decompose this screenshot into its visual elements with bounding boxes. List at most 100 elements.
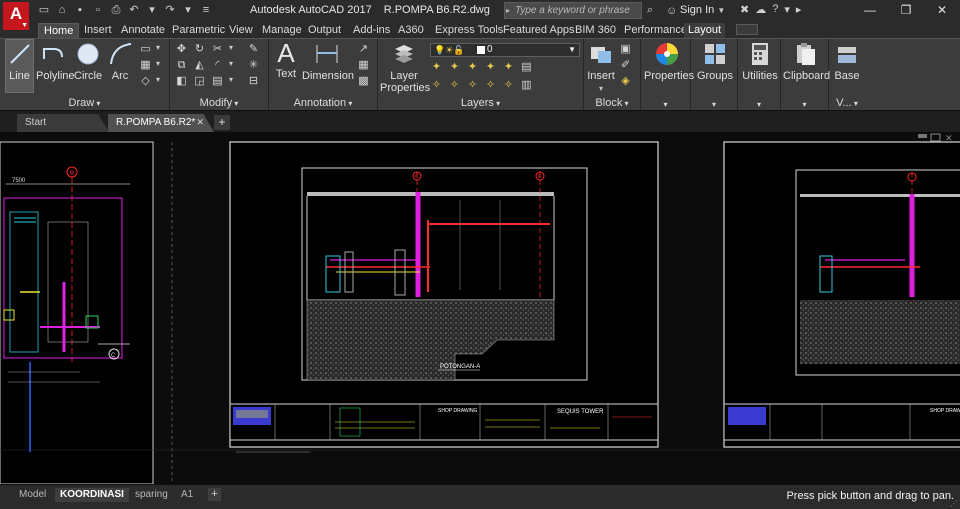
sign-in-button[interactable]: ☺ Sign In ▼ xyxy=(666,4,725,17)
tab-home[interactable]: Home xyxy=(38,23,80,38)
rectangle-icon[interactable]: ▭ xyxy=(139,43,152,56)
tab-parametric[interactable]: Parametric xyxy=(172,23,225,38)
tab-bim-360[interactable]: BIM 360 xyxy=(575,23,616,38)
tab-manage[interactable]: Manage xyxy=(262,23,302,38)
close-tab-icon[interactable]: ✕ xyxy=(196,114,204,131)
tab-view[interactable]: View xyxy=(229,23,253,38)
tab-featured-apps[interactable]: Featured Apps xyxy=(503,23,575,38)
rotate-icon[interactable]: ↻ xyxy=(193,43,206,56)
a360-icon[interactable]: ☁ xyxy=(755,3,766,16)
tab-annotate[interactable]: Annotate xyxy=(121,23,165,38)
restore-button[interactable]: ❐ xyxy=(888,0,924,22)
tab-express-tools[interactable]: Express Tools xyxy=(435,23,503,38)
properties-button[interactable]: Properties xyxy=(644,41,694,82)
hatch-icon[interactable]: ▦ xyxy=(139,59,152,72)
undo-dropdown-icon[interactable]: ▾ xyxy=(145,3,159,17)
polyline-button[interactable]: Polyline xyxy=(36,41,75,82)
table-grid-icon[interactable]: ▩ xyxy=(357,75,370,88)
tab-insert[interactable]: Insert xyxy=(84,23,112,38)
layer-tool-icon[interactable]: ✦ xyxy=(448,61,461,74)
stretch-icon[interactable]: ◧ xyxy=(175,75,188,88)
tab-output[interactable]: Output xyxy=(308,23,341,38)
groups-button[interactable]: Groups xyxy=(693,41,737,82)
move-icon[interactable]: ✥ xyxy=(175,43,188,56)
help-icon[interactable]: ? xyxy=(772,3,778,16)
search-input[interactable]: ▸ Type a keyword or phrase xyxy=(504,2,642,19)
save-icon[interactable]: ▪ xyxy=(73,3,87,17)
ribbon-display-toggle[interactable] xyxy=(736,24,758,35)
layer-tool-icon[interactable]: ▥ xyxy=(520,79,533,92)
layer-tool-icon[interactable]: ✦ xyxy=(430,61,443,74)
line-button[interactable]: Line xyxy=(5,41,34,82)
tab-performance[interactable]: Performance xyxy=(624,23,687,38)
save-as-icon[interactable]: ▫ xyxy=(91,3,105,17)
tab-a360[interactable]: A360 xyxy=(398,23,424,38)
drawing-canvas[interactable]: ✕ 7500 B C C E POTONGAN-A SHOP DRAWING S… xyxy=(0,132,960,484)
utilities-panel-expand[interactable] xyxy=(738,100,780,109)
dropdown-icon[interactable]: ▾ xyxy=(156,59,164,72)
table-icon[interactable]: ▦ xyxy=(357,59,370,72)
edit-attributes-icon[interactable]: ◈ xyxy=(619,75,632,88)
text-button[interactable]: A Text xyxy=(273,39,299,80)
layer-dropdown[interactable]: 💡☀🔓 0 ▼ xyxy=(430,43,580,57)
dropdown-icon[interactable]: ▾ xyxy=(156,75,164,88)
utilities-button[interactable]: Utilities xyxy=(740,41,780,82)
arc-button[interactable]: Arc xyxy=(108,41,132,82)
modify-panel-title[interactable]: Modify xyxy=(170,97,268,109)
close-button[interactable]: ✕ xyxy=(924,0,960,22)
layer-tool-icon[interactable]: ✧ xyxy=(466,79,479,92)
scale-icon[interactable]: ◲ xyxy=(193,75,206,88)
dropdown-icon[interactable]: ▾ xyxy=(229,59,243,72)
new-tab-button[interactable]: + xyxy=(214,115,230,130)
dropdown-icon[interactable]: ▾ xyxy=(229,75,243,88)
layer-tool-icon[interactable]: ✦ xyxy=(502,61,515,74)
groups-panel-expand[interactable] xyxy=(691,100,737,109)
customize-toolbar-icon[interactable]: ≡ xyxy=(199,3,213,17)
add-layout-button[interactable]: + xyxy=(208,488,221,501)
layer-tool-icon[interactable]: ✧ xyxy=(484,79,497,92)
boundary-icon[interactable]: ◇ xyxy=(139,75,152,88)
mirror-icon[interactable]: ◭ xyxy=(193,59,206,72)
binoculars-icon[interactable]: ⌕ xyxy=(647,4,653,17)
copy-icon[interactable]: ⧉ xyxy=(175,59,188,72)
layer-tool-icon[interactable]: ▤ xyxy=(520,61,533,74)
exchange-apps-icon[interactable]: ✖ xyxy=(740,3,749,16)
draw-panel-title[interactable]: Draw xyxy=(0,97,169,109)
tab-layout[interactable]: Layout xyxy=(684,23,726,38)
array-icon[interactable]: ▤ xyxy=(211,75,224,88)
layer-tool-icon[interactable]: ✦ xyxy=(466,61,479,74)
layout-tab-a1[interactable]: A1 xyxy=(176,488,198,502)
properties-panel-expand[interactable] xyxy=(641,100,690,109)
tab-add-ins[interactable]: Add-ins xyxy=(353,23,390,38)
redo-dropdown-icon[interactable]: ▾ xyxy=(181,3,195,17)
new-file-icon[interactable]: ▭ xyxy=(37,3,51,17)
base-view-button[interactable]: Base xyxy=(831,41,863,82)
fillet-icon[interactable]: ◜ xyxy=(211,59,224,72)
dropdown-icon[interactable]: ▾ xyxy=(156,43,164,56)
clipboard-panel-expand[interactable] xyxy=(781,100,828,109)
edit-block-icon[interactable]: ✐ xyxy=(619,59,632,72)
minimize-button[interactable]: — xyxy=(852,0,888,22)
dimension-button[interactable]: Dimension xyxy=(302,41,354,82)
dropdown-icon[interactable]: ▾ xyxy=(229,43,243,56)
explode-icon[interactable]: ✳ xyxy=(247,59,260,72)
clipboard-button[interactable]: Clipboard xyxy=(783,41,830,82)
insert-button[interactable]: Insert ▾ xyxy=(586,41,616,94)
offset-icon[interactable]: ⊟ xyxy=(247,75,260,88)
circle-button[interactable]: Circle xyxy=(74,41,102,82)
application-menu-button[interactable]: A ▼ xyxy=(3,2,29,30)
layer-tool-icon[interactable]: ✧ xyxy=(430,79,443,92)
layout-tab-koordinasi[interactable]: KOORDINASI xyxy=(55,488,129,502)
redo-icon[interactable]: ↷ xyxy=(163,3,177,17)
undo-icon[interactable]: ↶ xyxy=(127,3,141,17)
start-tab[interactable]: Start xyxy=(17,114,109,132)
trim-icon[interactable]: ✂ xyxy=(211,43,224,56)
layer-tool-icon[interactable]: ✦ xyxy=(484,61,497,74)
leader-icon[interactable]: ↗ xyxy=(357,43,370,56)
erase-icon[interactable]: ✎ xyxy=(247,43,260,56)
resize-grip-icon[interactable]: ⋰ xyxy=(950,499,958,508)
layers-panel-title[interactable]: Layers xyxy=(378,97,583,109)
plot-icon[interactable]: ⎙ xyxy=(109,3,123,17)
help-dropdown-icon[interactable]: ▾ xyxy=(784,3,790,16)
annotation-panel-title[interactable]: Annotation xyxy=(269,97,377,109)
